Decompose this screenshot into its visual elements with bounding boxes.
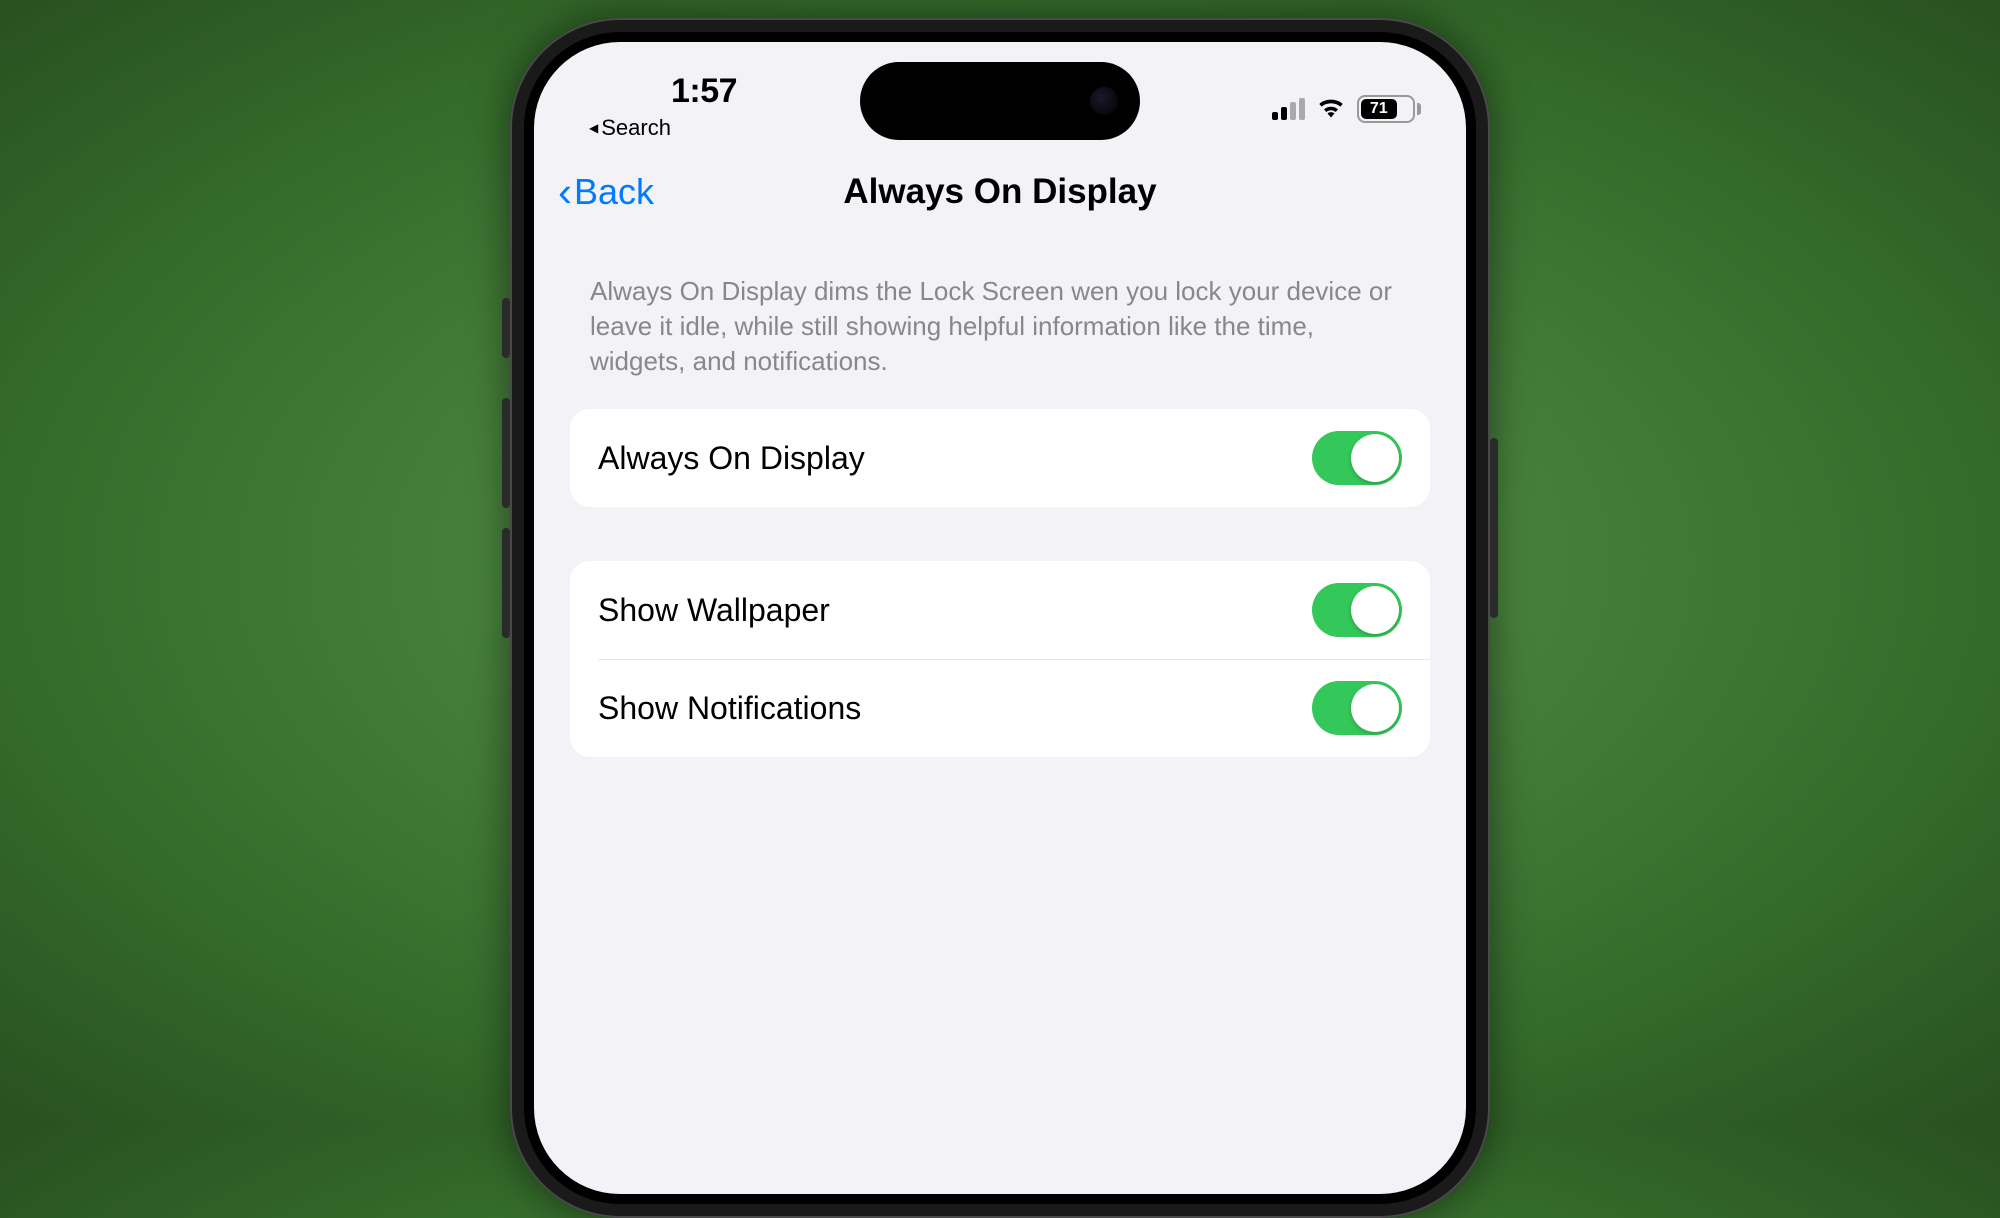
volume-up-button[interactable] [502,398,510,508]
chevron-left-icon: ‹ [558,171,572,213]
screen: 1:57 Search 71 [534,42,1466,1194]
toggle-show-wallpaper[interactable] [1312,583,1402,637]
back-to-search-link[interactable]: Search [589,115,671,141]
toggle-always-on-display[interactable] [1312,431,1402,485]
wifi-icon [1317,96,1345,123]
cellular-icon [1272,98,1305,120]
battery-icon: 71 [1357,95,1421,123]
status-time: 1:57 [671,72,737,111]
back-button[interactable]: ‹ Back [558,171,654,213]
section-description: Always On Display dims the Lock Screen w… [570,274,1430,409]
row-label: Always On Display [598,440,865,477]
settings-content: Always On Display dims the Lock Screen w… [534,224,1466,757]
settings-group-options: Show Wallpaper Show Notifications [570,561,1430,757]
settings-group-main: Always On Display [570,409,1430,507]
row-show-notifications: Show Notifications [570,659,1430,757]
volume-down-button[interactable] [502,528,510,638]
search-label: Search [601,115,671,141]
mute-switch[interactable] [502,298,510,358]
row-label: Show Notifications [598,690,861,727]
row-label: Show Wallpaper [598,592,830,629]
phone-frame: 1:57 Search 71 [510,18,1490,1218]
nav-bar: ‹ Back Always On Display [534,142,1466,224]
back-label: Back [574,171,654,213]
row-always-on-display: Always On Display [570,409,1430,507]
page-title: Always On Display [564,172,1436,212]
toggle-show-notifications[interactable] [1312,681,1402,735]
row-show-wallpaper: Show Wallpaper [570,561,1430,659]
power-button[interactable] [1490,438,1498,618]
dynamic-island[interactable] [860,62,1140,140]
battery-percent: 71 [1370,100,1388,118]
